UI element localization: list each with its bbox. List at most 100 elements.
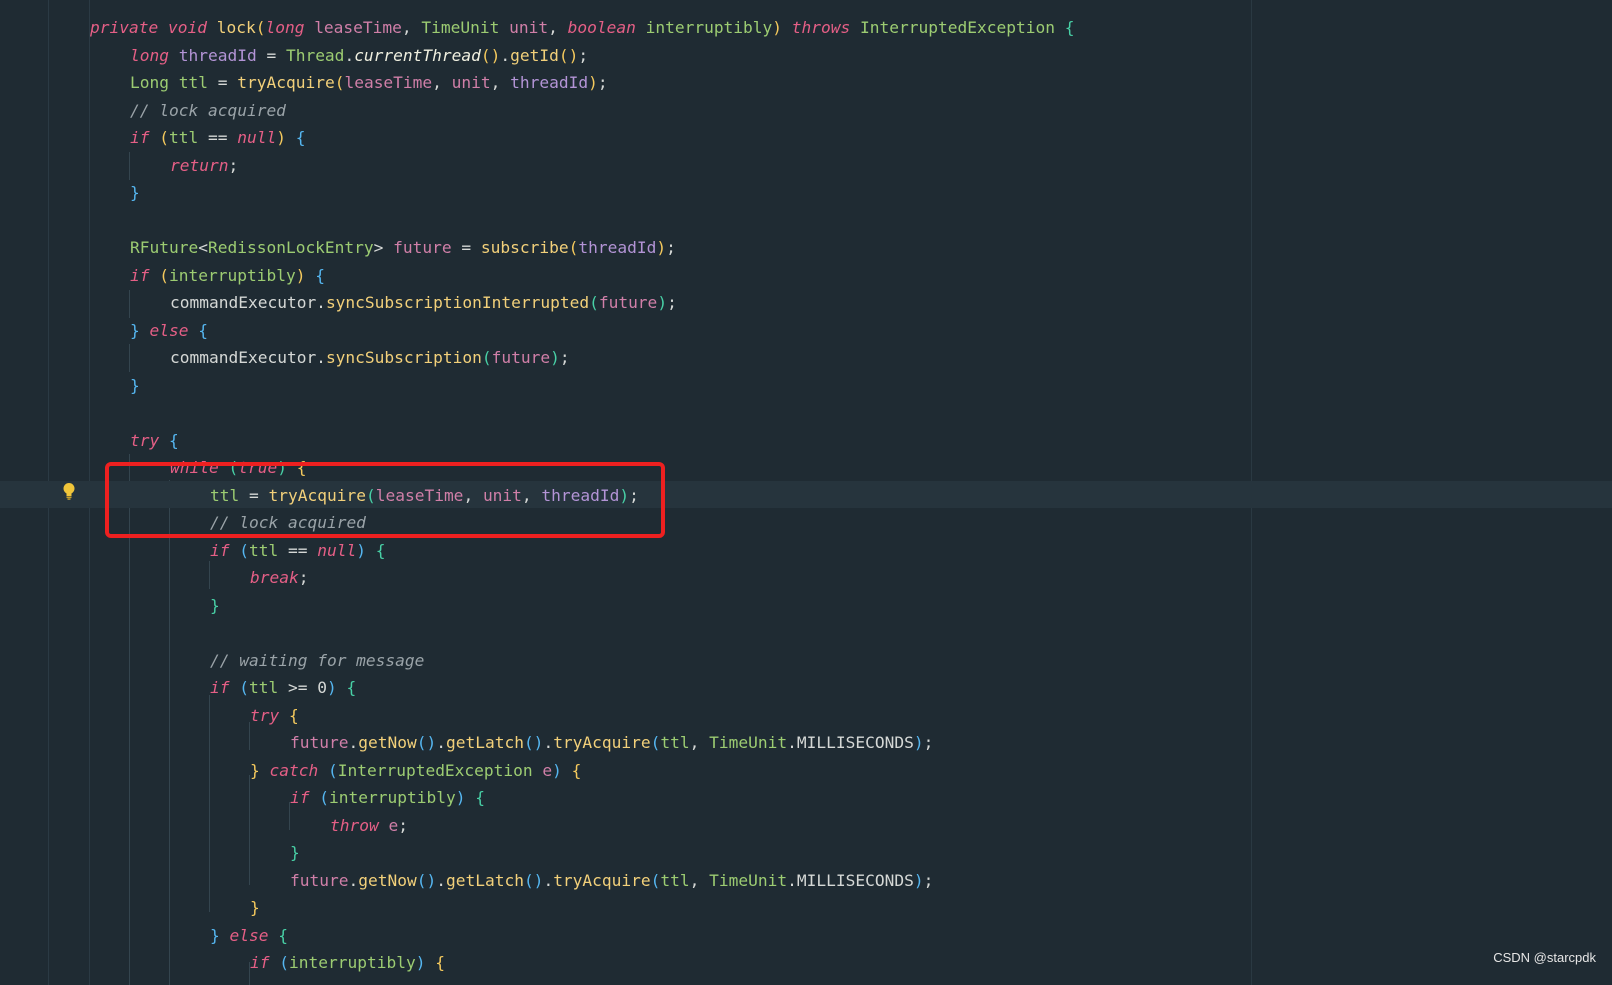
code-token: ) bbox=[326, 678, 337, 697]
code-editor[interactable]: private void lock(long leaseTime, TimeUn… bbox=[0, 0, 1612, 985]
code-token: () bbox=[523, 733, 544, 752]
code-token: RedissonLockEntry bbox=[207, 238, 374, 257]
code-token: commandExecutor. bbox=[170, 293, 326, 312]
code-token: ; bbox=[578, 45, 589, 65]
code-line[interactable]: } bbox=[0, 179, 1612, 207]
code-token: () bbox=[558, 45, 579, 65]
code-token: tryAcquire bbox=[553, 870, 651, 890]
code-token: if bbox=[130, 128, 150, 147]
code-token: try bbox=[130, 430, 160, 450]
code-line[interactable]: } else { bbox=[0, 317, 1612, 345]
code-token: } bbox=[130, 183, 140, 202]
code-token: { bbox=[571, 760, 582, 780]
code-line[interactable]: private void lock(long leaseTime, TimeUn… bbox=[0, 14, 1612, 42]
code-token: null bbox=[317, 540, 357, 560]
code-token: ( bbox=[159, 128, 169, 147]
code-token: ; bbox=[597, 73, 608, 92]
code-line[interactable]: break; bbox=[0, 564, 1612, 592]
code-token: catch bbox=[269, 760, 319, 780]
code-line[interactable]: if (ttl == null) { bbox=[0, 537, 1612, 565]
code-token: ttl bbox=[169, 128, 199, 147]
code-token: { bbox=[375, 540, 386, 560]
code-token: ; bbox=[398, 815, 408, 835]
code-token: ) bbox=[276, 128, 286, 147]
code-token: ) bbox=[415, 953, 426, 972]
code-line[interactable]: commandExecutor.syncSubscriptionInterrup… bbox=[0, 289, 1612, 317]
code-token: future bbox=[598, 293, 658, 312]
code-line[interactable]: if (interruptibly) { bbox=[0, 949, 1612, 977]
code-line[interactable] bbox=[0, 399, 1612, 427]
code-line[interactable]: // lock acquired bbox=[0, 97, 1612, 125]
code-line[interactable]: } bbox=[0, 839, 1612, 867]
code-line[interactable]: } catch (InterruptedException e) { bbox=[0, 757, 1612, 785]
code-token: ttl bbox=[660, 733, 690, 752]
code-token: leaseTime bbox=[314, 18, 402, 37]
code-token: ttl bbox=[660, 870, 690, 890]
code-line[interactable]: if (interruptibly) { bbox=[0, 262, 1612, 290]
code-token: >= bbox=[278, 678, 318, 697]
code-token: ) bbox=[656, 238, 667, 257]
code-line[interactable]: try { bbox=[0, 427, 1612, 455]
code-line[interactable] bbox=[0, 619, 1612, 647]
code-token: long bbox=[130, 45, 169, 65]
code-token: Thread bbox=[285, 45, 345, 65]
code-token: ( bbox=[650, 870, 661, 890]
code-token: ) bbox=[772, 18, 783, 37]
code-line[interactable] bbox=[0, 207, 1612, 235]
code-line[interactable]: throw e; bbox=[0, 812, 1612, 840]
code-token: ttl bbox=[249, 540, 279, 560]
code-token: ttl bbox=[249, 678, 279, 697]
code-line[interactable]: if (interruptibly) { bbox=[0, 784, 1612, 812]
code-line[interactable]: if (ttl >= 0) { bbox=[0, 674, 1612, 702]
code-token: } bbox=[290, 843, 300, 862]
code-line[interactable]: try { bbox=[0, 702, 1612, 730]
code-token: getNow bbox=[358, 733, 417, 752]
code-line[interactable]: return; bbox=[0, 152, 1612, 180]
lightbulb-icon[interactable] bbox=[62, 482, 76, 500]
code-token: { bbox=[295, 128, 306, 147]
code-line[interactable]: Long ttl = tryAcquire(leaseTime, unit, t… bbox=[0, 69, 1612, 97]
code-token: = bbox=[207, 73, 238, 92]
code-line[interactable]: long threadId = Thread.currentThread().g… bbox=[0, 42, 1612, 70]
code-token: ) bbox=[552, 760, 562, 780]
code-token: . bbox=[348, 870, 359, 890]
code-line[interactable]: commandExecutor.syncSubscription(future)… bbox=[0, 344, 1612, 372]
code-line[interactable]: RFuture<RedissonLockEntry> future = subs… bbox=[0, 234, 1612, 262]
code-line[interactable]: future.getNow().getLatch().tryAcquire(tt… bbox=[0, 867, 1612, 895]
code-token: null bbox=[237, 128, 277, 147]
code-token: ) bbox=[295, 265, 306, 285]
code-token: commandExecutor. bbox=[170, 348, 326, 367]
code-token: ; bbox=[228, 155, 239, 175]
code-token: // waiting for message bbox=[210, 650, 425, 670]
code-token: long bbox=[265, 18, 305, 37]
code-token: leaseTime bbox=[344, 73, 433, 92]
code-token: } bbox=[250, 898, 260, 917]
code-token: == bbox=[278, 540, 318, 560]
code-token: ( bbox=[239, 540, 249, 560]
code-token: ) bbox=[588, 73, 598, 92]
code-token: ; bbox=[559, 348, 570, 367]
code-line[interactable]: future.getNow().getLatch().tryAcquire(tt… bbox=[0, 729, 1612, 757]
code-line[interactable]: } bbox=[0, 592, 1612, 620]
code-token: () bbox=[523, 870, 544, 890]
code-token: { bbox=[278, 925, 288, 945]
code-token: ) bbox=[356, 540, 366, 560]
code-token: ; bbox=[667, 293, 677, 312]
code-token: { bbox=[169, 430, 179, 450]
code-token: else bbox=[229, 925, 269, 945]
code-line[interactable]: } else { bbox=[0, 922, 1612, 950]
code-line[interactable]: } bbox=[0, 372, 1612, 400]
code-line[interactable]: } bbox=[0, 894, 1612, 922]
code-token: ( bbox=[568, 238, 579, 257]
code-token: () bbox=[480, 45, 501, 65]
code-line[interactable]: // waiting for message bbox=[0, 647, 1612, 675]
code-line[interactable]: if (ttl == null) { bbox=[0, 124, 1612, 152]
